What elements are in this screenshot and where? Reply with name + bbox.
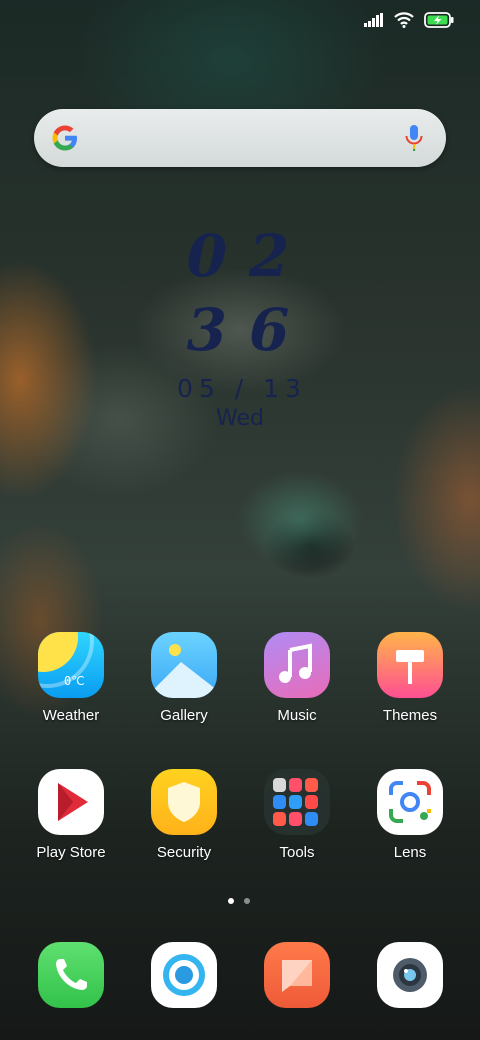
dock-phone[interactable] <box>16 942 126 1008</box>
status-bar <box>364 12 454 28</box>
app-weather[interactable]: 0℃ Weather <box>16 632 126 724</box>
weather-temp-label: 0℃ <box>64 674 85 688</box>
dock-camera[interactable] <box>355 942 465 1008</box>
tools-folder-icon <box>264 769 330 835</box>
dock-messages[interactable] <box>242 942 352 1008</box>
app-play-store[interactable]: Play Store <box>16 769 126 861</box>
clock-minutes[interactable]: 36 <box>0 296 480 364</box>
themes-icon <box>377 632 443 698</box>
page-dot[interactable] <box>244 898 250 904</box>
app-label: Weather <box>42 707 100 724</box>
camera-icon <box>377 942 443 1008</box>
gallery-icon <box>151 632 217 698</box>
phone-icon <box>38 942 104 1008</box>
battery-charging-icon <box>424 12 454 28</box>
app-label: Security <box>156 844 212 861</box>
page-dot-current[interactable] <box>228 898 234 904</box>
app-label: Music <box>277 707 317 724</box>
wifi-icon <box>394 12 414 28</box>
app-security[interactable]: Security <box>129 769 239 861</box>
dock-browser[interactable] <box>129 942 239 1008</box>
google-search-bar[interactable] <box>34 109 446 167</box>
clock-weekday[interactable]: Wed <box>0 406 480 431</box>
music-icon <box>264 632 330 698</box>
microphone-icon[interactable] <box>404 123 424 153</box>
app-label: Gallery <box>160 707 208 724</box>
app-lens[interactable]: Lens <box>355 769 465 861</box>
google-g-icon[interactable] <box>50 123 80 153</box>
app-themes[interactable]: Themes <box>355 632 465 724</box>
app-label: Tools <box>279 844 315 861</box>
lens-icon <box>377 769 443 835</box>
clock-hours[interactable]: 02 <box>0 222 480 290</box>
page-indicator <box>228 898 250 904</box>
app-label: Lens <box>393 844 427 861</box>
clock-date[interactable]: 05 / 13 <box>0 374 480 403</box>
app-label: Themes <box>382 707 438 724</box>
app-gallery[interactable]: Gallery <box>129 632 239 724</box>
browser-icon <box>151 942 217 1008</box>
security-icon <box>151 769 217 835</box>
signal-icon <box>364 13 383 27</box>
weather-icon: 0℃ <box>38 632 104 698</box>
play-store-icon <box>38 769 104 835</box>
app-music[interactable]: Music <box>242 632 352 724</box>
app-tools-folder[interactable]: Tools <box>242 769 352 861</box>
messages-icon <box>264 942 330 1008</box>
app-label: Play Store <box>36 844 106 861</box>
